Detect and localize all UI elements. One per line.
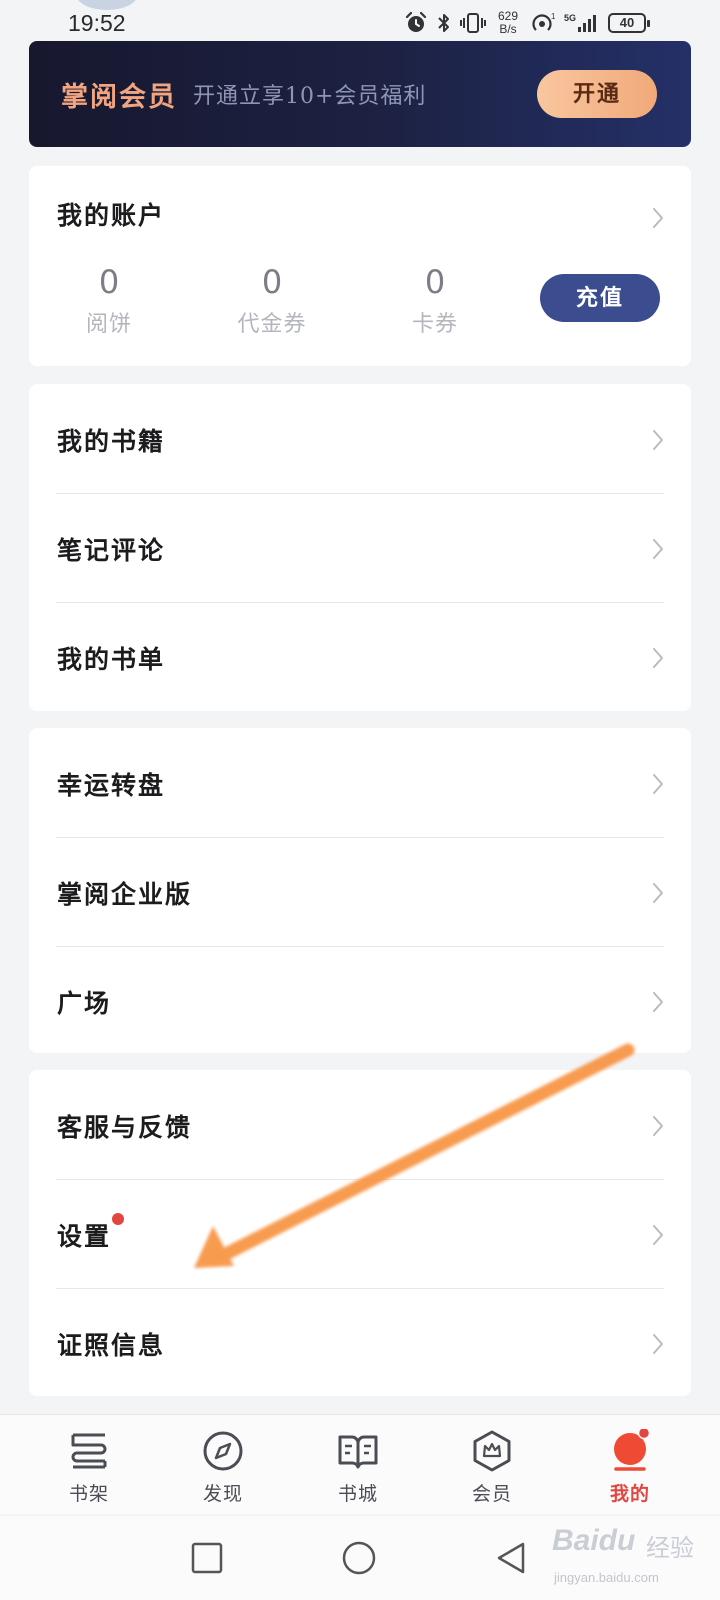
alarm-icon [405, 11, 427, 32]
vip-subtitle: 开通立享10+会员福利 [193, 84, 427, 109]
menu-item-label: 广场 [57, 989, 112, 1018]
vip-open-button[interactable]: 开通 [537, 70, 657, 118]
stat-coupon[interactable]: 0 卡券 [375, 262, 495, 338]
stat-value: 0 [261, 263, 283, 301]
menu-item-my-books[interactable]: 我的书籍 [29, 384, 691, 493]
tab-discover[interactable]: 发现 [163, 1415, 283, 1515]
chevron-right-icon[interactable] [651, 206, 665, 230]
network-speed: 629 B/s [497, 9, 519, 36]
stat-value: 0 [98, 263, 120, 301]
compass-icon [203, 1431, 243, 1471]
status-time: 19:52 [68, 10, 126, 36]
chevron-right-icon [653, 1334, 663, 1354]
menu-item-label: 证照信息 [57, 1331, 166, 1360]
vip-title: 掌阅会员 [61, 81, 177, 113]
status-icons: 629 B/s 1 5G 40 [404, 8, 650, 38]
signal-tech-label: 5G [564, 13, 576, 23]
account-card: 我的账户 0 阅饼 0 代金券 0 卡券 充值 [29, 166, 691, 366]
battery-icon: 40 [608, 13, 650, 33]
tab-label: 我的 [609, 1483, 650, 1505]
tab-bookshelf[interactable]: 书架 [29, 1415, 149, 1515]
menu-item-label: 幸运转盘 [57, 771, 166, 800]
menu-item-license-info[interactable]: 证照信息 [29, 1288, 691, 1397]
recharge-button[interactable]: 充值 [540, 274, 660, 322]
stat-value: 0 [424, 263, 446, 301]
menu-item-label: 设置 [57, 1222, 112, 1251]
tab-label: 会员 [471, 1483, 512, 1505]
chevron-right-icon [653, 648, 663, 668]
bookshelf-icon [71, 1433, 107, 1469]
menu-item-my-booklists[interactable]: 我的书单 [29, 602, 691, 711]
menu-item-label: 我的书单 [57, 645, 166, 674]
menu-group-tools: 幸运转盘 掌阅企业版 广场 [29, 728, 691, 1053]
tab-label: 书城 [337, 1483, 378, 1505]
menu-item-label: 客服与反馈 [57, 1113, 193, 1142]
recent-apps-icon[interactable] [184, 1536, 228, 1580]
chevron-right-icon [653, 430, 663, 450]
menu-group-books: 我的书籍 笔记评论 我的书单 [29, 384, 691, 711]
tab-bookstore[interactable]: 书城 [298, 1415, 418, 1515]
signal-icon: 5G [564, 13, 596, 32]
watermark-brand: Baidu [552, 1524, 636, 1557]
book-icon [338, 1435, 378, 1469]
vibrate-icon [460, 13, 486, 33]
home-icon[interactable] [337, 1536, 381, 1580]
chevron-right-icon [653, 539, 663, 559]
menu-item-customer-service[interactable]: 客服与反馈 [29, 1070, 691, 1179]
stat-label: 阅饼 [85, 312, 132, 337]
stat-yuebing[interactable]: 0 阅饼 [49, 262, 169, 338]
menu-group-service: 客服与反馈 设置 证照信息 [29, 1070, 691, 1396]
notification-dot [112, 1213, 124, 1225]
bottom-tab-bar: 书架 发现 书城 会员 我的 [0, 1414, 720, 1514]
menu-item-notes-comments[interactable]: 笔记评论 [29, 493, 691, 602]
profile-icon [614, 1429, 651, 1471]
menu-item-label: 笔记评论 [57, 536, 166, 565]
stat-voucher[interactable]: 0 代金券 [212, 262, 332, 338]
menu-item-label: 我的书籍 [57, 427, 166, 456]
stat-label: 卡券 [411, 312, 458, 337]
avatar[interactable] [76, 0, 138, 10]
tab-label: 书架 [68, 1483, 109, 1505]
chevron-right-icon [653, 774, 663, 794]
bluetooth-icon [438, 14, 449, 32]
back-icon[interactable] [489, 1536, 533, 1580]
chevron-right-icon [653, 883, 663, 903]
menu-item-plaza[interactable]: 广场 [29, 946, 691, 1055]
watermark-brand-cn: 经验 [646, 1534, 694, 1562]
tab-profile[interactable]: 我的 [570, 1415, 690, 1515]
menu-item-enterprise[interactable]: 掌阅企业版 [29, 837, 691, 946]
crown-hexagon-icon [473, 1430, 511, 1472]
menu-item-lucky-wheel[interactable]: 幸运转盘 [29, 728, 691, 837]
hotspot-icon: 1 [532, 12, 556, 31]
watermark-url: jingyan.baidu.com [554, 1570, 659, 1585]
sim-slot-label: 1 [551, 12, 556, 21]
tab-label: 发现 [202, 1483, 243, 1505]
chevron-right-icon [653, 1225, 663, 1245]
menu-item-label: 掌阅企业版 [57, 880, 193, 909]
account-header[interactable]: 我的账户 [57, 196, 165, 232]
chevron-right-icon [653, 1116, 663, 1136]
status-bar: 19:52 629 B/s 1 5G 40 [0, 0, 720, 40]
vip-banner[interactable]: 掌阅会员 开通立享10+会员福利 开通 [29, 41, 691, 147]
baidu-jingyan-watermark: Baidu 经验 jingyan.baidu.com [548, 1512, 708, 1592]
tab-vip[interactable]: 会员 [432, 1415, 552, 1515]
stat-label: 代金券 [237, 312, 307, 337]
menu-item-settings[interactable]: 设置 [29, 1179, 691, 1288]
chevron-right-icon [653, 992, 663, 1012]
